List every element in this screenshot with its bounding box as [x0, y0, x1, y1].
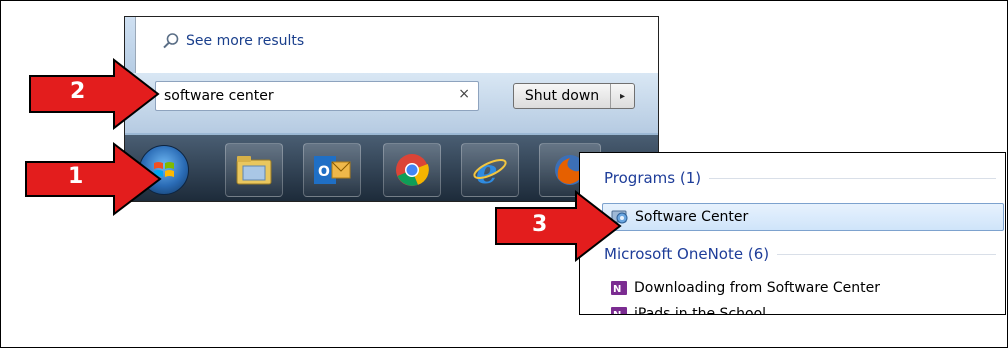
search-results-popup: Programs (1) Software Center Microsoft O… [579, 152, 1006, 315]
svg-text:O: O [318, 164, 330, 180]
start-search-input[interactable] [162, 85, 446, 107]
shutdown-button-group: Shut down ▸ [513, 83, 635, 109]
outlook-icon: O [314, 156, 351, 184]
search-icon [163, 33, 179, 49]
start-menu-results-pane: See more results [135, 17, 658, 73]
result-software-center[interactable]: Software Center [602, 203, 1004, 231]
result-onenote-item-label: iPads in the School [634, 306, 767, 315]
start-search-box[interactable]: × [155, 81, 479, 111]
svg-text:e: e [476, 152, 498, 189]
see-more-results-label: See more results [186, 33, 305, 49]
result-software-center-label: Software Center [635, 209, 749, 225]
internet-explorer-icon: e [473, 152, 507, 189]
onenote-icon: N [611, 307, 627, 315]
chrome-icon [396, 154, 429, 186]
clear-search-icon[interactable]: × [458, 86, 470, 102]
onenote-icon: N [611, 281, 627, 295]
result-onenote-item[interactable]: N iPads in the School [602, 301, 994, 315]
onenote-header-label: Microsoft OneNote (6) [604, 245, 770, 263]
callout-number-3: 3 [532, 212, 548, 237]
taskbar-file-explorer-button[interactable] [225, 143, 283, 197]
result-onenote-item[interactable]: N Downloading from Software Center [602, 275, 994, 301]
divider [777, 253, 996, 255]
callout-arrow-1 [25, 142, 162, 216]
shutdown-button[interactable]: Shut down [514, 84, 611, 108]
callout-number-1: 1 [68, 164, 84, 189]
taskbar-internet-explorer-button[interactable]: e [461, 143, 519, 197]
folder-icon [236, 156, 272, 185]
svg-text:N: N [613, 284, 621, 295]
callout-arrow-2 [29, 58, 160, 130]
taskbar-chrome-button[interactable] [383, 143, 441, 197]
callout-number-2: 2 [70, 79, 86, 104]
result-onenote-item-label: Downloading from Software Center [634, 280, 881, 296]
svg-text:N: N [613, 310, 621, 315]
callout-arrow-3 [495, 190, 622, 262]
shutdown-options-arrow-icon[interactable]: ▸ [611, 91, 634, 102]
programs-group-header[interactable]: Programs (1) [604, 169, 996, 187]
divider [709, 177, 996, 179]
programs-header-label: Programs (1) [604, 169, 702, 187]
taskbar-outlook-button[interactable]: O [303, 143, 361, 197]
onenote-group-header[interactable]: Microsoft OneNote (6) [604, 245, 996, 263]
see-more-results-link[interactable]: See more results [162, 32, 304, 50]
